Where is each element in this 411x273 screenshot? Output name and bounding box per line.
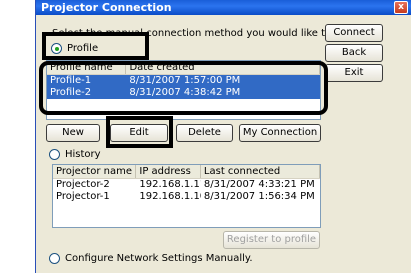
profile-name-cell: Profile-1	[50, 75, 92, 86]
profile-row-2[interactable]: Profile-2 8/31/2007 4:38:42 PM	[47, 87, 320, 99]
radio-unselected-icon	[49, 253, 60, 264]
ip-address-cell: 192.168.1.11	[139, 179, 201, 190]
column-header-date-created[interactable]: Date created	[126, 61, 320, 74]
title-bar: Projector Connection x	[36, 0, 411, 15]
history-list[interactable]: Projector name IP address Last connected…	[52, 164, 321, 228]
profile-row-1[interactable]: Profile-1 8/31/2007 1:57:00 PM	[47, 75, 320, 87]
profile-radio-label: Profile	[67, 43, 99, 54]
my-connection-button[interactable]: My Connection	[239, 124, 321, 142]
profile-list[interactable]: Profile name Date created Profile-1 8/31…	[46, 60, 321, 120]
column-header-ip-address[interactable]: IP address	[136, 165, 201, 178]
instruction-text: Select the manual connection method you …	[52, 28, 356, 39]
profile-name-cell: Profile-2	[50, 87, 92, 98]
history-row-1[interactable]: Projector-2 192.168.1.11 8/31/2007 4:33:…	[53, 179, 320, 191]
edit-button[interactable]: Edit	[110, 124, 168, 142]
window: Projector Connection x Select the manual…	[0, 0, 411, 273]
radio-unselected-icon	[49, 149, 60, 160]
history-radio[interactable]: History	[49, 149, 101, 160]
column-header-projector-name[interactable]: Projector name	[53, 165, 137, 178]
radio-selected-icon	[51, 43, 62, 54]
new-button[interactable]: New	[46, 124, 100, 142]
connect-button[interactable]: Connect	[325, 24, 383, 42]
profile-list-header: Profile name Date created	[47, 61, 320, 75]
projector-name-cell: Projector-2	[56, 179, 110, 190]
back-button[interactable]: Back	[325, 44, 383, 62]
history-radio-label: History	[65, 149, 101, 160]
profile-date-cell: 8/31/2007 4:38:42 PM	[129, 87, 241, 98]
profile-radio[interactable]: Profile	[51, 43, 98, 54]
ip-address-cell: 192.168.1.10	[139, 191, 201, 202]
register-to-profile-button[interactable]: Register to profile	[223, 231, 320, 249]
projector-connection-dialog: Projector Connection x Select the manual…	[35, 0, 411, 273]
delete-button[interactable]: Delete	[176, 124, 233, 142]
configure-network-label: Configure Network Settings Manually.	[65, 253, 253, 264]
projector-name-cell: Projector-1	[56, 191, 110, 202]
column-header-profile-name[interactable]: Profile name	[47, 61, 127, 74]
profile-date-cell: 8/31/2007 1:57:00 PM	[129, 75, 241, 86]
close-icon[interactable]: x	[394, 1, 408, 14]
exit-button[interactable]: Exit	[325, 64, 383, 82]
window-title: Projector Connection	[41, 1, 172, 14]
configure-network-radio[interactable]: Configure Network Settings Manually.	[49, 253, 253, 264]
last-connected-cell: 8/31/2007 4:33:21 PM	[203, 179, 315, 190]
last-connected-cell: 8/31/2007 1:56:34 PM	[203, 191, 315, 202]
history-list-header: Projector name IP address Last connected	[53, 165, 320, 179]
history-row-2[interactable]: Projector-1 192.168.1.10 8/31/2007 1:56:…	[53, 191, 320, 203]
column-header-last-connected[interactable]: Last connected	[201, 165, 320, 178]
